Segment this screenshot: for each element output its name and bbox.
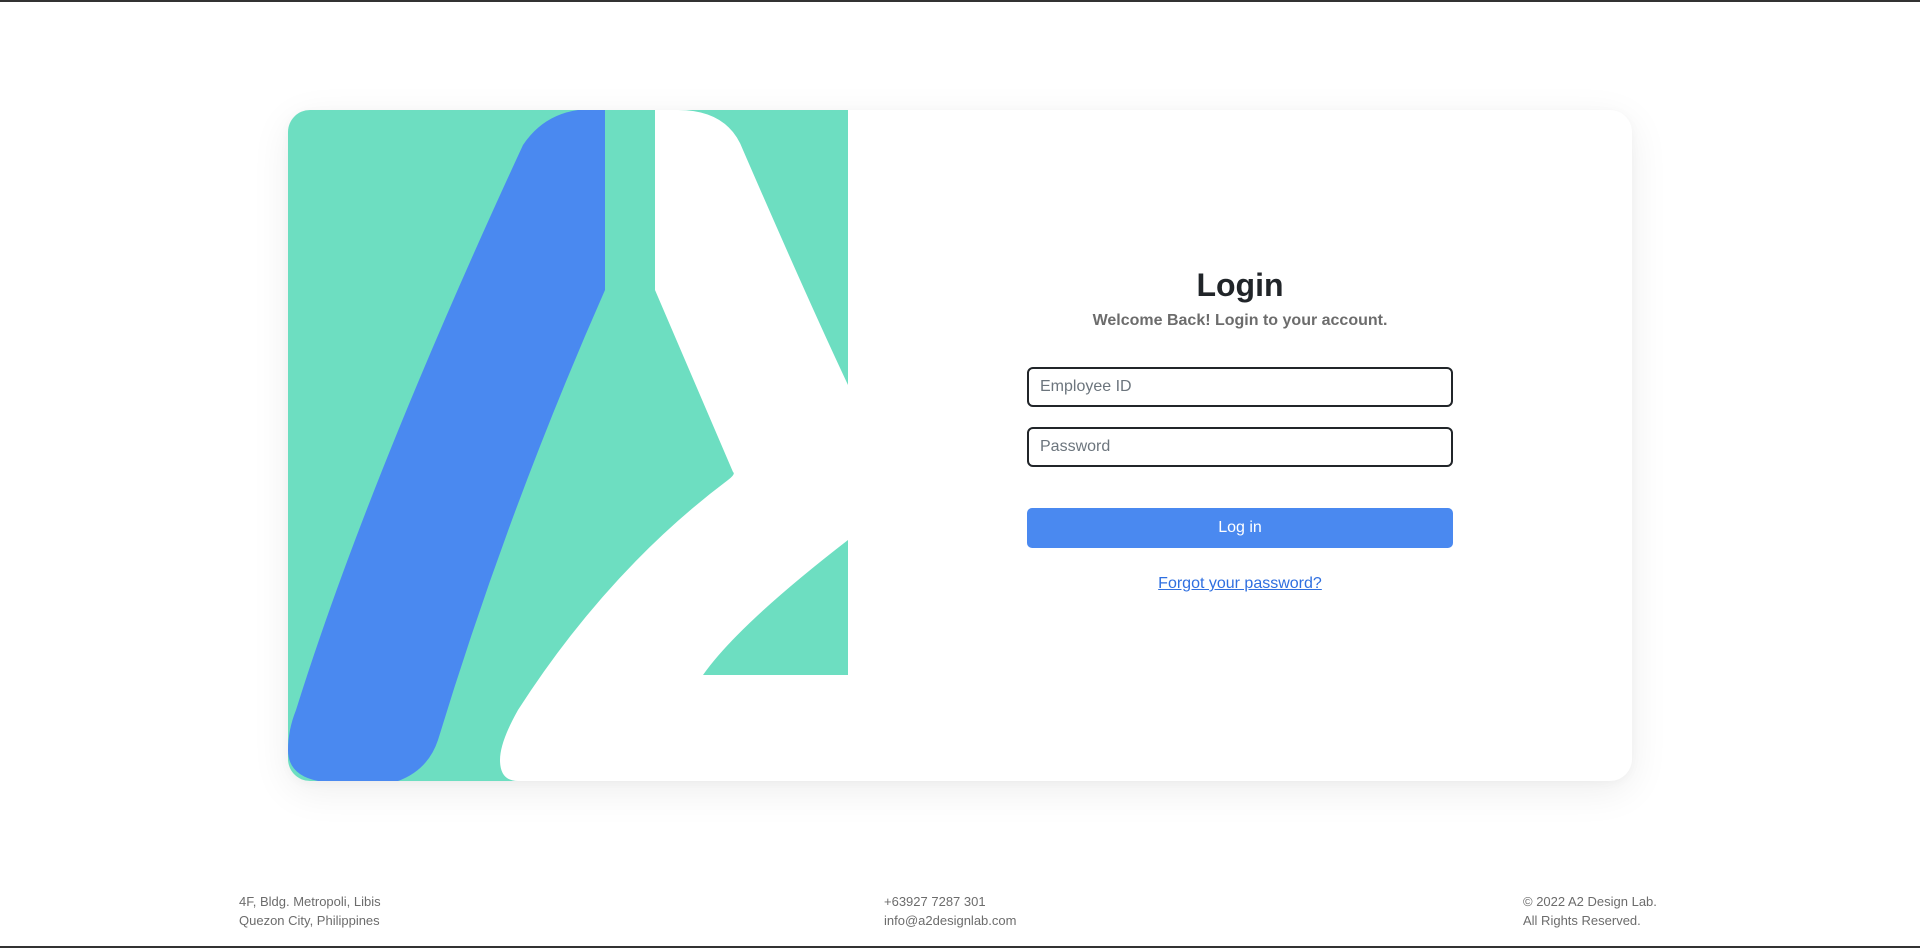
a2-logo-illustration [288, 110, 848, 781]
address-line-2: Quezon City, Philippines [239, 913, 380, 928]
forgot-password-row: Forgot your password? [848, 575, 1632, 593]
forgot-password-link[interactable]: Forgot your password? [1158, 575, 1322, 592]
login-button[interactable]: Log in [1027, 508, 1453, 548]
rights-text: All Rights Reserved. [1523, 913, 1641, 928]
login-card: Login Welcome Back! Login to your accoun… [288, 110, 1632, 781]
footer-phone: +63927 7287 301 [884, 894, 986, 909]
welcome-subtitle: Welcome Back! Login to your account. [1092, 312, 1388, 329]
page-title: Login [1196, 267, 1284, 303]
employee-id-input[interactable] [1027, 367, 1453, 407]
brand-artwork [288, 110, 848, 781]
footer-copyright: © 2022 A2 Design Lab. All Rights Reserve… [1523, 892, 1657, 930]
password-input[interactable] [1027, 427, 1453, 467]
copyright-text: © 2022 A2 Design Lab. [1523, 894, 1657, 909]
login-form: Login Welcome Back! Login to your accoun… [848, 110, 1632, 781]
footer-email: info@a2designlab.com [884, 913, 1017, 928]
footer-address: 4F, Bldg. Metropoli, Libis Quezon City, … [239, 892, 381, 930]
footer-contact: +63927 7287 301 info@a2designlab.com [884, 892, 1016, 930]
white-fill-block [703, 675, 848, 781]
address-line-1: 4F, Bldg. Metropoli, Libis [239, 894, 381, 909]
top-border [0, 0, 1920, 2]
